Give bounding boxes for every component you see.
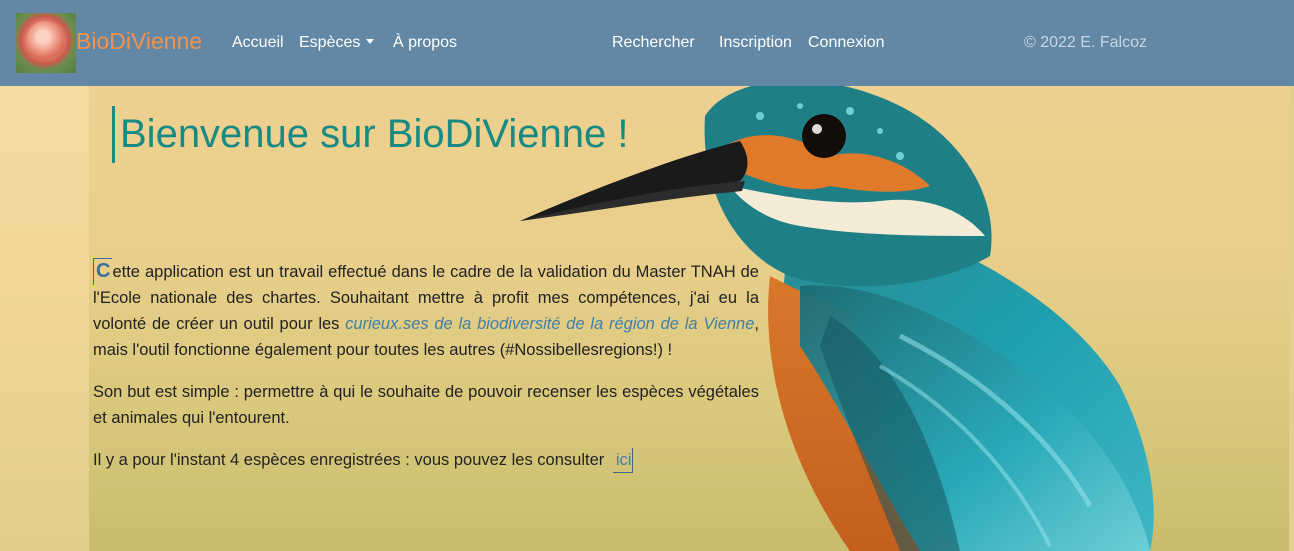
dropcap-letter: C <box>93 258 113 285</box>
species-list-link[interactable]: ici <box>612 448 634 473</box>
nav-species-dropdown[interactable]: Espèces <box>299 34 375 52</box>
intro-paragraph-1: Cette application est un travail effectu… <box>93 258 759 363</box>
chevron-down-icon <box>366 39 375 44</box>
nav-about-link[interactable]: À propos <box>393 34 457 52</box>
intro-content: Cette application est un travail effectu… <box>93 258 759 489</box>
nav-species-label: Espèces <box>299 34 361 51</box>
species-count-text: Il y a pour l'instant 4 espèces enregist… <box>93 451 605 469</box>
nav-home-link[interactable]: Accueil <box>232 34 284 52</box>
highlight-curieux: curieux.ses de la biodiversité de la rég… <box>345 315 755 333</box>
copyright-text: © 2022 E. Falcoz <box>1024 34 1147 51</box>
page-title-wrapper: Bienvenue sur BioDiVienne ! <box>112 106 628 163</box>
intro-paragraph-2: Son but est simple : permettre à qui le … <box>93 383 759 427</box>
navbar: BioDiVienne Accueil Espèces À propos Rec… <box>0 0 1294 86</box>
intro-paragraph-3: Il y a pour l'instant 4 espèces enregist… <box>93 447 759 473</box>
brand-link[interactable]: BioDiVienne <box>76 28 202 55</box>
flower-logo-icon[interactable] <box>16 13 76 73</box>
page-title: Bienvenue sur BioDiVienne ! <box>120 112 629 156</box>
nav-login-link[interactable]: Connexion <box>808 34 885 52</box>
nav-signup-link[interactable]: Inscription <box>719 34 792 52</box>
nav-search-link[interactable]: Rechercher <box>612 34 695 52</box>
